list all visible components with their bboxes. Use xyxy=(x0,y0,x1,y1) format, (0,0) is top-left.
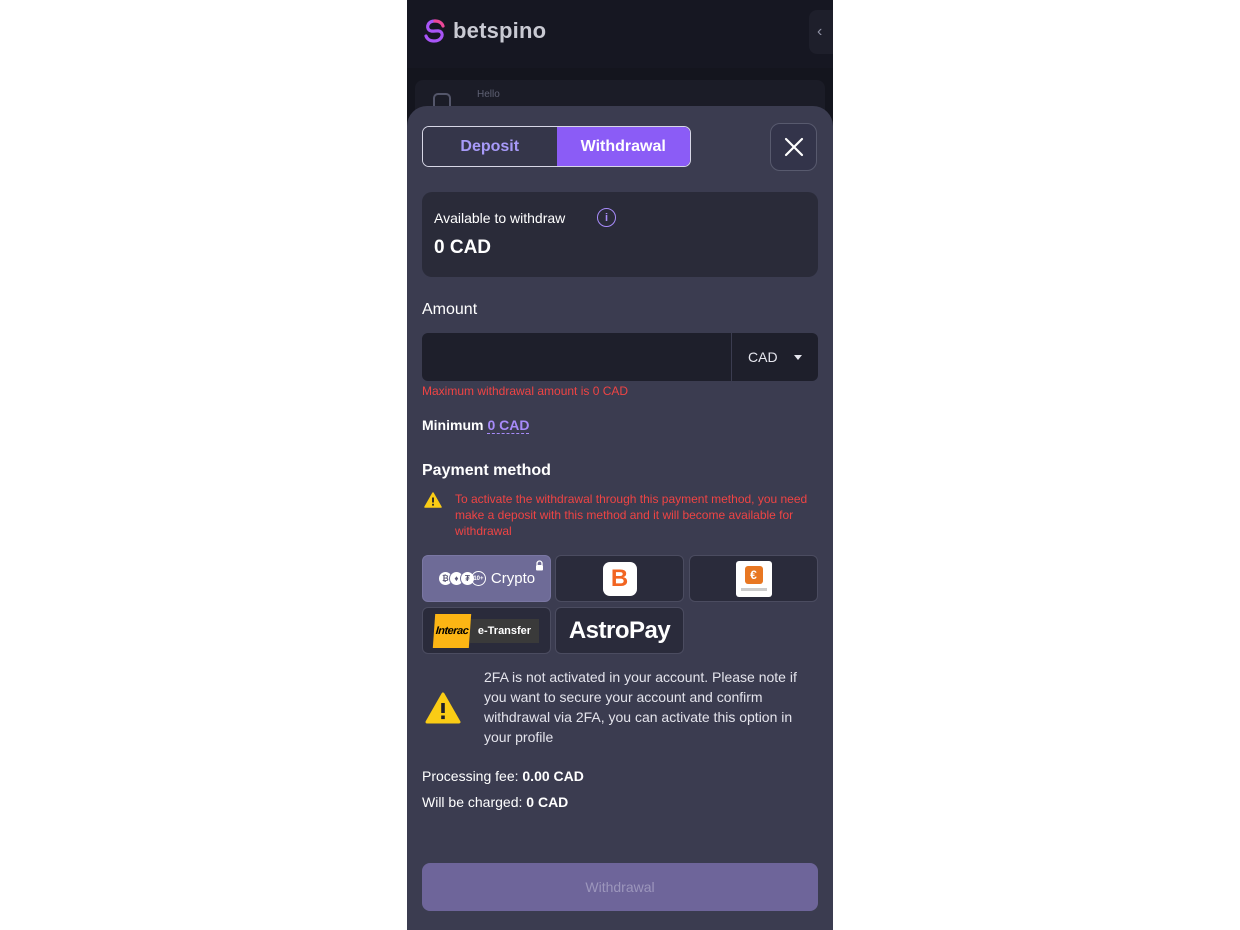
withdrawal-submit-button[interactable]: Withdrawal xyxy=(422,863,818,911)
minimum-label: Minimum xyxy=(422,417,484,433)
withdrawal-modal: Deposit Withdrawal Available to withdraw… xyxy=(407,106,833,930)
available-balance-card: Available to withdraw i 0 CAD xyxy=(422,192,818,277)
interac-logo-icon: Interac e-Transfer xyxy=(432,613,540,648)
processing-fee: Processing fee: 0.00 CAD xyxy=(422,768,584,784)
brand-logo[interactable]: betspino xyxy=(423,18,546,44)
astropay-logo: AstroPay xyxy=(568,616,671,644)
greeting-text: Hello xyxy=(477,89,500,100)
warning-icon xyxy=(424,492,442,508)
payment-tabs: Deposit Withdrawal xyxy=(422,126,691,167)
close-icon xyxy=(784,137,803,157)
lock-icon xyxy=(536,560,543,571)
brand-name: betspino xyxy=(453,18,547,43)
info-icon[interactable]: i xyxy=(597,208,616,227)
spiral-logo-icon xyxy=(424,19,445,43)
amount-input[interactable] xyxy=(422,333,731,381)
payment-method-crypto[interactable]: ₿ ♦ ₮ 10+ Crypto xyxy=(422,555,551,602)
currency-select[interactable]: CAD xyxy=(731,333,818,381)
charged-value: 0 CAD xyxy=(526,794,569,810)
etransfer-label: e-Transfer xyxy=(469,618,540,643)
minimum-value-link[interactable]: 0 CAD xyxy=(487,417,530,434)
crypto-coins-icon: ₿ ♦ ₮ 10+ xyxy=(437,571,486,586)
payment-method-b-wallet[interactable]: B xyxy=(555,555,684,602)
will-be-charged: Will be charged: 0 CAD xyxy=(422,794,568,810)
e-wallet-logo-icon: € xyxy=(735,560,772,597)
chevron-left-icon: ‹ xyxy=(817,23,823,40)
top-bar: betspino ‹ xyxy=(407,0,833,68)
close-button[interactable] xyxy=(770,123,817,171)
twofa-warning-icon xyxy=(425,692,461,724)
amount-label: Amount xyxy=(422,301,478,318)
charged-label: Will be charged: xyxy=(422,794,523,810)
b-wallet-logo-icon: B xyxy=(602,561,637,596)
amount-error-message: Maximum withdrawal amount is 0 CAD xyxy=(422,384,629,398)
sidebar-toggle-button[interactable]: ‹ xyxy=(809,10,833,54)
fee-label: Processing fee: xyxy=(422,768,519,784)
tab-deposit[interactable]: Deposit xyxy=(423,127,557,166)
more-coins-icon: 10+ xyxy=(470,571,486,586)
payment-method-e-wallet[interactable]: € xyxy=(689,555,818,602)
payment-method-label: Payment method xyxy=(422,462,551,479)
interac-brand: Interac xyxy=(432,613,472,648)
payment-method-interac[interactable]: Interac e-Transfer xyxy=(422,607,551,654)
available-value: 0 CAD xyxy=(434,237,492,258)
minimum-amount: Minimum 0 CAD xyxy=(422,417,530,434)
fee-value: 0.00 CAD xyxy=(522,768,584,784)
payment-method-astropay[interactable]: AstroPay xyxy=(555,607,684,654)
currency-value: CAD xyxy=(748,349,778,365)
crypto-label: Crypto xyxy=(490,570,536,587)
caret-down-icon xyxy=(793,354,802,360)
twofa-notice: 2FA is not activated in your account. Pl… xyxy=(484,669,797,745)
tab-withdrawal[interactable]: Withdrawal xyxy=(556,127,690,166)
payment-method-warning: To activate the withdrawal through this … xyxy=(455,492,808,538)
app-window: betspino ‹ Hello Deposit Withdrawal Avai… xyxy=(407,0,833,930)
available-label: Available to withdraw xyxy=(434,210,566,226)
